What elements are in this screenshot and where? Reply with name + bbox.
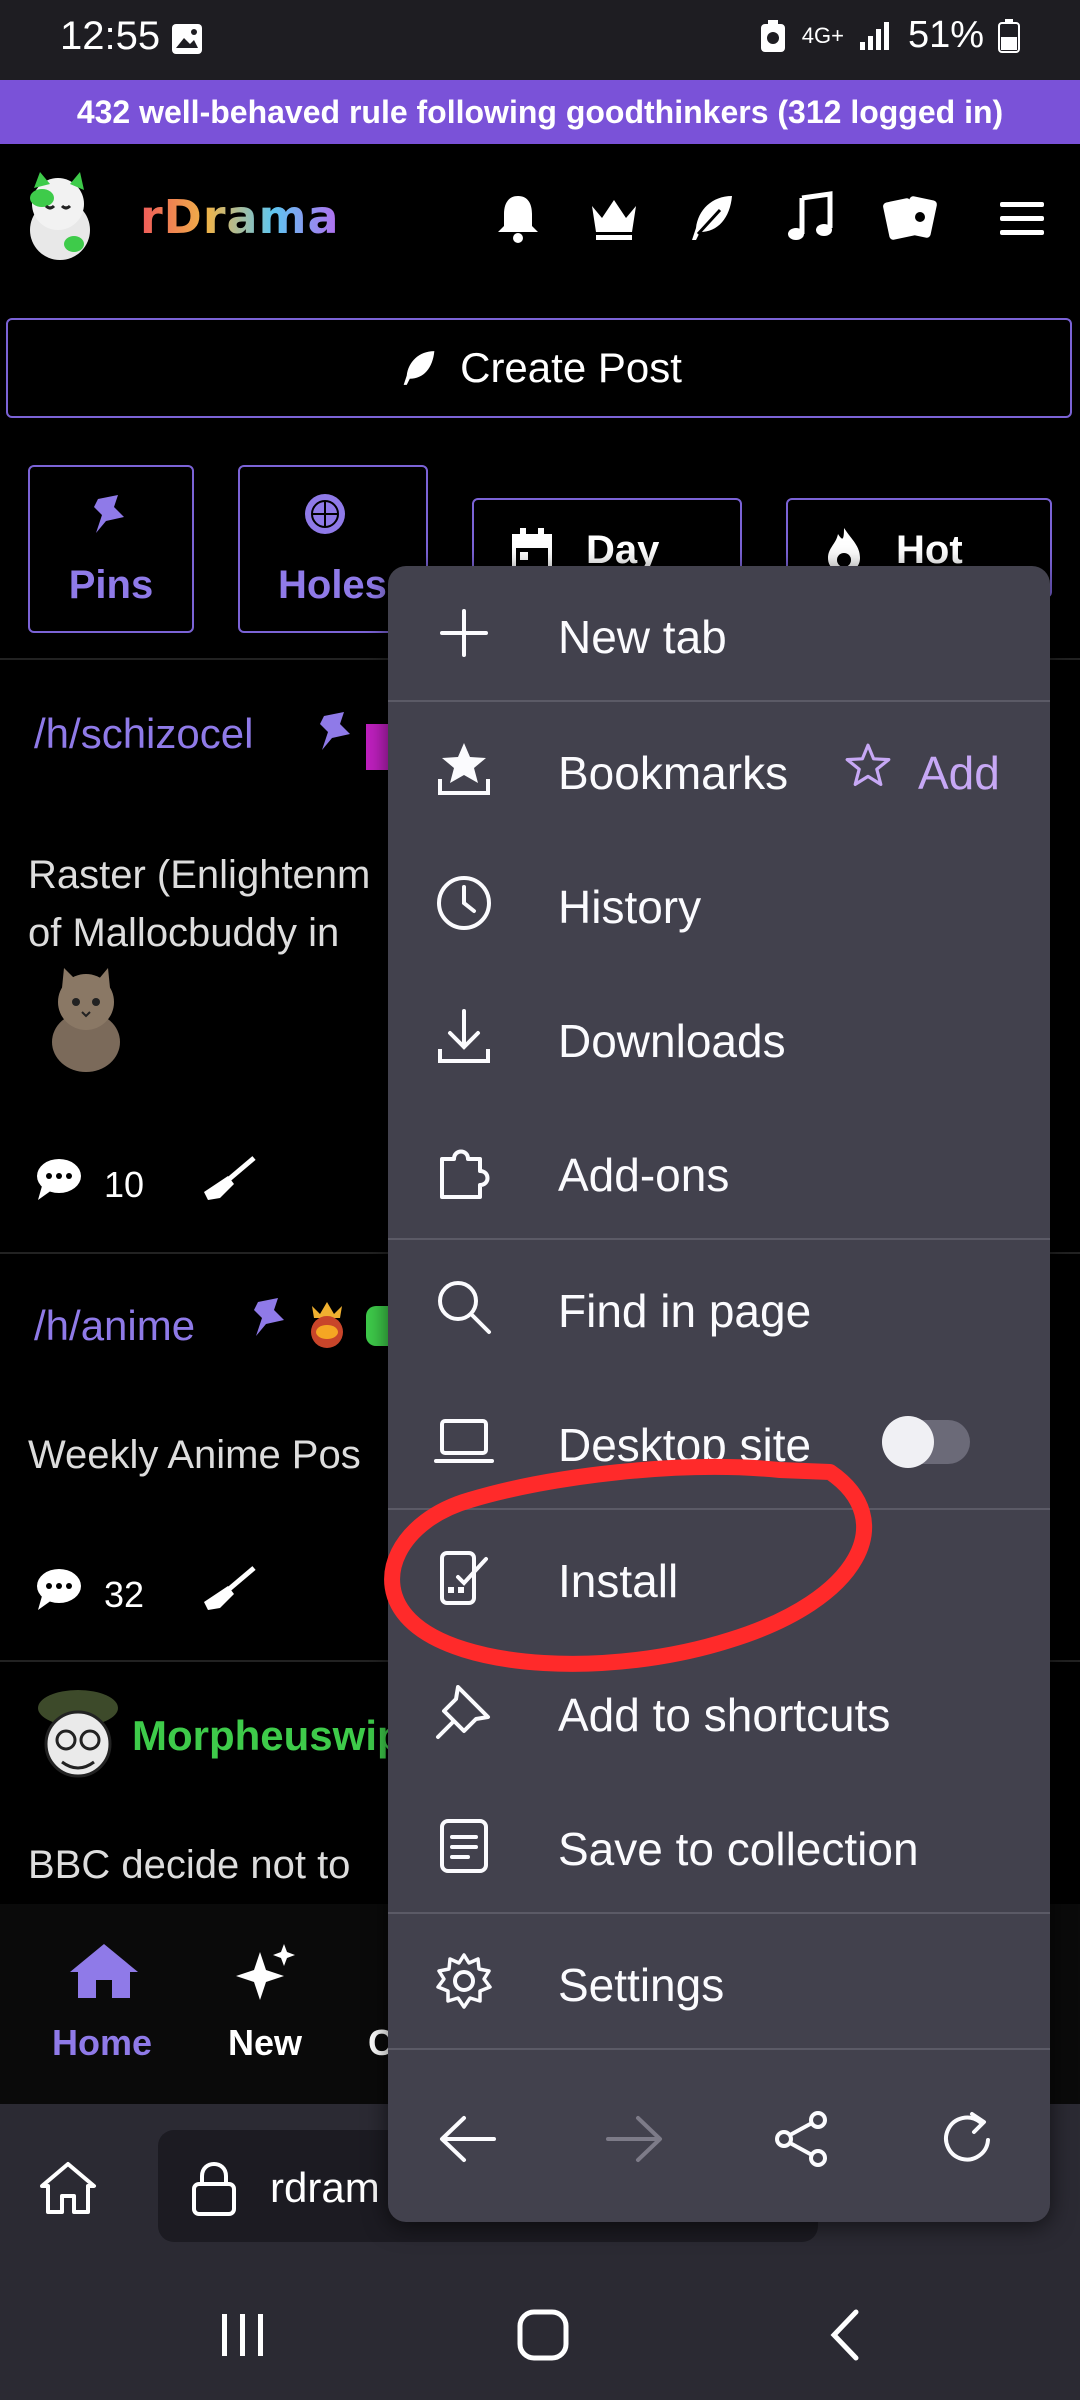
post-title[interactable]: Raster (Enlightenm of Mallocbuddy in: [28, 846, 370, 962]
globe-icon: [302, 491, 348, 537]
clock-icon: [434, 873, 494, 933]
post-title[interactable]: Weekly Anime Pos: [28, 1426, 361, 1484]
site-mascot-logo[interactable]: [12, 168, 108, 264]
site-logo-text[interactable]: rDrama: [140, 190, 340, 244]
back-arrow-icon[interactable]: [438, 2112, 498, 2166]
collection-icon: [434, 1815, 494, 1875]
thumbtack-icon: [88, 491, 134, 537]
post-title[interactable]: BBC decide not to: [28, 1836, 350, 1894]
king-badge-icon: [304, 1298, 350, 1350]
menu-item-addons[interactable]: Add-ons: [388, 1104, 1050, 1238]
url-text: rdram: [270, 2164, 380, 2211]
reload-icon[interactable]: [938, 2110, 998, 2168]
menu-label: Settings: [558, 1959, 725, 2011]
pinned-icon: [248, 1294, 294, 1340]
nav-home-tab[interactable]: Home: [52, 2022, 152, 2064]
create-post-label: Create Post: [460, 344, 682, 391]
menu-label: New tab: [558, 611, 727, 663]
search-icon: [434, 1277, 494, 1337]
nav-new-tab[interactable]: New: [228, 2022, 302, 2064]
star-outline-icon[interactable]: [844, 742, 892, 790]
browser-overflow-menu: New tab Bookmarks Add History Downloads …: [388, 566, 1050, 2222]
menu-item-history[interactable]: History: [388, 836, 1050, 970]
award-badge-icon: [366, 724, 388, 770]
menu-divider: [388, 2048, 1050, 2050]
desktop-site-toggle[interactable]: [882, 1416, 970, 1468]
bell-icon[interactable]: [488, 188, 548, 248]
battery-percent: 51%: [907, 14, 984, 56]
puzzle-icon: [434, 1141, 494, 1201]
menu-item-find-in-page[interactable]: Find in page: [388, 1240, 1050, 1374]
online-users-banner: 432 well-behaved rule following goodthin…: [0, 80, 1080, 144]
author-avatar[interactable]: [32, 1686, 128, 1786]
bookmark-tray-icon: [434, 739, 494, 799]
award-badge-icon: [366, 1306, 388, 1346]
post-author[interactable]: Morpheuswip: [132, 1712, 403, 1760]
android-home-icon[interactable]: [516, 2308, 570, 2362]
casino-cards-icon[interactable]: [880, 188, 940, 248]
post-title-line1: Raster (Enlightenm: [28, 853, 371, 897]
post-title-line2: of Mallocbuddy in: [28, 911, 340, 955]
comment-count: 10: [104, 1164, 145, 1205]
comment-icon[interactable]: [34, 1156, 84, 1202]
crown-icon[interactable]: [584, 188, 644, 248]
comment-icon[interactable]: [34, 1566, 84, 1612]
menu-label: Downloads: [558, 1015, 786, 1067]
menu-label: Add-ons: [558, 1149, 730, 1201]
toggle-knob: [882, 1416, 934, 1468]
pinned-icon: [314, 708, 360, 754]
menu-label: Find in page: [558, 1285, 812, 1337]
post-hole-link[interactable]: /h/schizocel: [34, 710, 253, 758]
menu-item-settings[interactable]: Settings: [388, 1914, 1050, 2048]
plus-icon: [434, 603, 494, 663]
menu-item-downloads[interactable]: Downloads: [388, 970, 1050, 1104]
lock-icon: [190, 2160, 238, 2216]
menu-item-new-tab[interactable]: New tab: [388, 566, 1050, 700]
pins-label: Pins: [68, 563, 154, 607]
download-icon: [434, 1007, 494, 1067]
android-back-icon[interactable]: [824, 2308, 864, 2362]
signal-icon: [858, 20, 894, 52]
feather-icon: [396, 345, 442, 391]
gear-icon: [434, 1951, 494, 2011]
broom-icon[interactable]: [198, 1564, 258, 1614]
gallery-notification-icon: [170, 22, 204, 56]
post-hole-link[interactable]: /h/anime: [34, 1302, 195, 1350]
network-type: 4G+: [801, 22, 844, 48]
menu-item-save-to-collection[interactable]: Save to collection: [388, 1778, 1050, 1912]
sparkles-icon: [234, 1942, 298, 2002]
comment-count: 32: [104, 1574, 145, 1615]
broom-icon[interactable]: [198, 1154, 258, 1204]
menu-label: History: [558, 881, 702, 933]
hamburger-menu-icon[interactable]: [992, 188, 1052, 248]
music-icon[interactable]: [780, 188, 840, 248]
create-post-button[interactable]: Create Post: [6, 318, 1072, 418]
menu-label: Save to collection: [558, 1823, 919, 1875]
status-time: 12:55: [60, 14, 161, 58]
battery-icon: [998, 18, 1020, 53]
status-right: 4G+ 51%: [758, 14, 1020, 57]
forward-arrow-icon: [604, 2112, 664, 2166]
cat-emoji-image: [34, 958, 134, 1078]
recycle-icon: [758, 18, 788, 54]
browser-home-icon[interactable]: [38, 2160, 98, 2216]
menu-label: Bookmarks: [558, 747, 789, 799]
red-circle-annotation: [380, 1440, 880, 1700]
holes-label: Holes: [278, 563, 387, 607]
home-icon: [66, 1940, 142, 2000]
share-icon[interactable]: [772, 2110, 832, 2168]
recent-apps-icon[interactable]: [218, 2310, 268, 2360]
add-bookmark-button[interactable]: Add: [918, 746, 1000, 800]
pins-filter-button[interactable]: Pins: [28, 465, 194, 633]
feather-icon[interactable]: [682, 188, 742, 248]
